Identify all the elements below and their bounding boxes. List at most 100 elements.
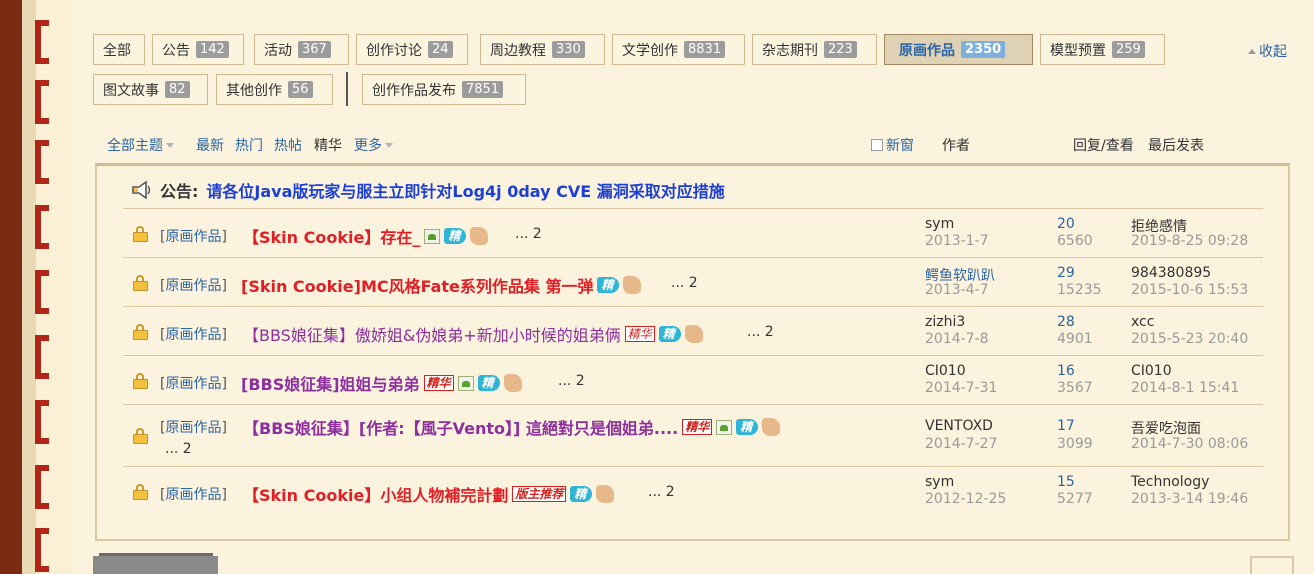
more-filters-dropdown[interactable]: 更多 xyxy=(354,135,393,155)
tab-literature[interactable]: 文学创作 8831 xyxy=(612,34,745,65)
filter-hot[interactable]: 热门 xyxy=(235,135,263,155)
digest-badge-icon: 精 xyxy=(597,277,620,293)
tab-other-creations[interactable]: 其他创作 56 xyxy=(216,74,333,105)
thread-author[interactable]: zizhi3 xyxy=(925,314,965,330)
tab-label: 原画作品 xyxy=(899,42,955,59)
thread-category[interactable]: [原画作品] xyxy=(160,324,227,344)
last-poster[interactable]: xcc xyxy=(1131,314,1154,330)
thread-pages-link[interactable]: ... 2 xyxy=(165,441,192,457)
thread-author[interactable]: CI010 xyxy=(925,363,966,379)
thread-pages-link[interactable]: ... 2 xyxy=(671,275,698,291)
thread-reply-count[interactable]: 20 xyxy=(1057,216,1075,232)
tab-original-art[interactable]: 原画作品 2350 xyxy=(884,34,1033,65)
thread-pages-link[interactable]: ... 2 xyxy=(558,373,585,389)
thread-category[interactable]: [原画作品] xyxy=(160,373,227,393)
new-window-label: 新窗 xyxy=(886,138,914,154)
thread-post-date: 2014-7-8 xyxy=(925,331,989,347)
thread-author[interactable]: sym xyxy=(925,474,954,490)
thread-author[interactable]: VENTOXD xyxy=(925,418,993,434)
tab-label: 创作讨论 xyxy=(366,42,422,59)
thread-view-count: 3099 xyxy=(1057,436,1093,452)
border-bracket-ornament xyxy=(35,20,55,64)
thread-reply-count[interactable]: 15 xyxy=(1057,474,1075,490)
digest-badge-icon: 精 xyxy=(736,419,759,435)
announcement-row[interactable]: 公告: 请各位Java版玩家与服主立即针对Log4j 0day CVE 漏洞采取… xyxy=(130,178,725,202)
tab-label: 周边教程 xyxy=(490,42,546,59)
category-link[interactable]: 原画作品 xyxy=(165,487,221,503)
last-post-date[interactable]: 2015-10-6 15:53 xyxy=(1131,282,1248,298)
tab-tutorials[interactable]: 周边教程 330 xyxy=(480,34,605,65)
last-post-date[interactable]: 2013-3-14 19:46 xyxy=(1131,491,1248,507)
thread-title[interactable]: 【BBS娘征集】[作者:【風子Vento】] 這絕對只是個姐弟.... xyxy=(243,415,678,439)
thread-title[interactable]: [Skin Cookie]MC风格Fate系列作品集 第一弹 xyxy=(241,273,593,297)
last-post-date[interactable]: 2014-7-30 08:06 xyxy=(1131,436,1248,452)
filter-digest[interactable]: 精华 xyxy=(314,135,342,155)
reply-view-column-header[interactable]: 回复/查看 xyxy=(1073,135,1134,155)
thread-title[interactable]: 【Skin Cookie】存在_ xyxy=(243,224,420,248)
tab-all[interactable]: 全部 xyxy=(93,34,145,65)
border-bracket-ornament xyxy=(35,335,55,379)
last-post-date[interactable]: 2014-8-1 15:41 xyxy=(1131,380,1239,396)
tab-label: 创作作品发布 xyxy=(372,82,456,99)
filter-hot-posts[interactable]: 热帖 xyxy=(274,135,302,155)
tab-events[interactable]: 活动 367 xyxy=(254,34,349,65)
author-column-header[interactable]: 作者 xyxy=(942,135,970,155)
last-poster[interactable]: Technology xyxy=(1131,474,1209,490)
new-window-toggle[interactable]: 新窗 xyxy=(871,135,914,155)
filter-latest[interactable]: 最新 xyxy=(196,135,224,155)
digest-jinghua-icon: 精华 xyxy=(682,419,713,435)
category-link[interactable]: 原画作品 xyxy=(165,278,221,294)
thread-reply-count[interactable]: 28 xyxy=(1057,314,1075,330)
thread-category[interactable]: [原画作品] xyxy=(160,226,227,246)
category-link[interactable]: 原画作品 xyxy=(165,229,221,245)
thread-category[interactable]: [原画作品] xyxy=(160,417,227,437)
new-window-checkbox[interactable] xyxy=(871,139,883,151)
thumbs-up-icon xyxy=(596,485,615,503)
all-topics-dropdown[interactable]: 全部主题 xyxy=(107,135,174,155)
thumbs-up-icon xyxy=(684,325,703,343)
locked-thread-icon xyxy=(133,226,149,242)
tab-label: 其他创作 xyxy=(226,82,282,99)
category-link[interactable]: 原画作品 xyxy=(165,376,221,392)
last-poster[interactable]: CI010 xyxy=(1131,363,1172,379)
tab-picture-stories[interactable]: 图文故事 82 xyxy=(93,74,208,105)
last-poster[interactable]: 吾爱吃泡面 xyxy=(1131,418,1201,438)
thread-category[interactable]: [原画作品] xyxy=(160,275,227,295)
last-post-date[interactable]: 2015-5-23 20:40 xyxy=(1131,331,1248,347)
last-post-date[interactable]: 2019-8-25 09:28 xyxy=(1131,233,1248,249)
collapse-button[interactable]: 收起 xyxy=(1248,41,1287,61)
tab-count-badge: 7851 xyxy=(462,81,504,98)
announcement-link[interactable]: 请各位Java版玩家与服主立即针对Log4j 0day CVE 漏洞采取对应措施 xyxy=(206,178,724,202)
filter-label: 全部主题 xyxy=(107,138,163,154)
thread-reply-count[interactable]: 29 xyxy=(1057,265,1075,281)
thumbs-up-icon xyxy=(623,276,642,294)
tab-label: 全部 xyxy=(103,42,131,59)
digest-badge-icon: 精 xyxy=(570,486,593,502)
thread-pages-link[interactable]: ... 2 xyxy=(648,484,675,500)
thread-view-count: 5277 xyxy=(1057,491,1093,507)
thread-title[interactable]: [BBS娘征集]姐姐与弟弟 xyxy=(241,371,420,395)
tab-announcement[interactable]: 公告 142 xyxy=(152,34,244,65)
thread-reply-count[interactable]: 16 xyxy=(1057,363,1075,379)
tab-creation-discussion[interactable]: 创作讨论 24 xyxy=(356,34,468,65)
tab-label: 公告 xyxy=(162,42,190,59)
category-link[interactable]: 原画作品 xyxy=(165,327,221,343)
last-poster[interactable]: 984380895 xyxy=(1131,265,1211,281)
tab-works-release[interactable]: 创作作品发布 7851 xyxy=(362,74,526,105)
thread-author[interactable]: sym xyxy=(925,216,954,232)
thread-pages-link[interactable]: ... 2 xyxy=(747,324,774,340)
thread-pages-link[interactable]: ... 2 xyxy=(515,226,542,242)
tab-magazine[interactable]: 杂志期刊 223 xyxy=(752,34,877,65)
thread-title[interactable]: 【BBS娘征集】傲娇姐&伪娘弟+新加小时候的姐弟俩 xyxy=(243,322,621,346)
tab-count-badge: 223 xyxy=(824,41,857,58)
category-link[interactable]: 原画作品 xyxy=(165,420,221,436)
digest-jinghua-icon: 精华 xyxy=(423,375,454,391)
image-attachment-icon xyxy=(457,375,474,391)
thread-title[interactable]: 【Skin Cookie】小组人物補完計劃 xyxy=(243,482,508,506)
megaphone-icon xyxy=(132,180,151,200)
last-post-column-header[interactable]: 最后发表 xyxy=(1148,135,1204,155)
thread-reply-count[interactable]: 17 xyxy=(1057,418,1075,434)
tab-count-badge: 8831 xyxy=(684,41,726,58)
tab-model-presets[interactable]: 模型预置 259 xyxy=(1040,34,1165,65)
thread-category[interactable]: [原画作品] xyxy=(160,484,227,504)
